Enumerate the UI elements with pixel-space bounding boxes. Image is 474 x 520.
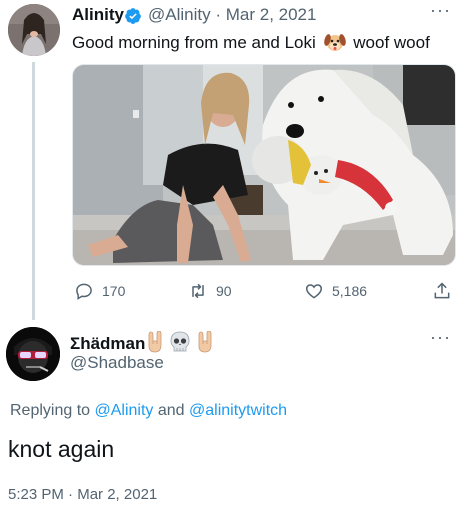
retweet-button[interactable]: 90 (188, 281, 232, 301)
tweet-timestamp[interactable]: 5:23 PM · Mar 2, 2021 (8, 486, 157, 503)
replying-to: Replying to @Alinity and @alinitytwitch (10, 402, 287, 420)
mention-link[interactable]: @alinitytwitch (189, 402, 287, 419)
author-handle-and-date: @Alinity · Mar 2, 2021 (148, 5, 316, 25)
more-options-icon[interactable]: ··· (430, 327, 451, 348)
retweet-icon (192, 283, 204, 299)
tweet-text-part: Good morning from me and Loki (72, 33, 316, 52)
name-emojis (146, 331, 214, 353)
sign-of-horns-icon (198, 331, 212, 353)
mention-link[interactable]: @Alinity (95, 402, 154, 419)
tweet-photo[interactable] (72, 64, 456, 266)
replying-prefix: Replying to (10, 402, 91, 419)
tweet-text: knot again (8, 436, 115, 462)
share-icon (434, 282, 450, 299)
like-button[interactable]: 5,186 (304, 281, 367, 301)
tweet-time: 5:23 PM (8, 486, 64, 503)
avatar[interactable] (8, 4, 60, 56)
verified-badge-icon (125, 8, 141, 24)
skull-icon (170, 331, 190, 352)
more-options-icon[interactable]: ··· (430, 0, 451, 21)
reply-icon (76, 283, 92, 300)
retweet-count: 90 (216, 283, 232, 299)
share-button[interactable] (432, 281, 452, 301)
dog-face-icon (323, 32, 346, 52)
author-name[interactable]: Σhädman (70, 334, 145, 354)
author-handle[interactable]: @Alinity (148, 5, 211, 24)
avatar[interactable] (6, 327, 60, 381)
like-count: 5,186 (332, 283, 368, 299)
heart-icon (305, 284, 323, 299)
author-handle[interactable]: @Shadbase (70, 353, 164, 373)
tweet-date: Mar 2, 2021 (77, 486, 158, 503)
tweet-text-part: woof woof (353, 33, 430, 52)
reply-button[interactable]: 170 (74, 281, 125, 301)
date-separator: · (68, 486, 74, 503)
sign-of-horns-icon (148, 331, 162, 353)
tweet-date[interactable]: Mar 2, 2021 (226, 5, 317, 24)
thread-line (32, 62, 35, 320)
replying-and: and (157, 402, 185, 419)
tweet-text: Good morning from me and Loki woof woof (72, 32, 430, 53)
date-separator: · (215, 5, 222, 24)
reply-count: 170 (102, 283, 126, 299)
author-name[interactable]: Alinity (72, 5, 124, 25)
